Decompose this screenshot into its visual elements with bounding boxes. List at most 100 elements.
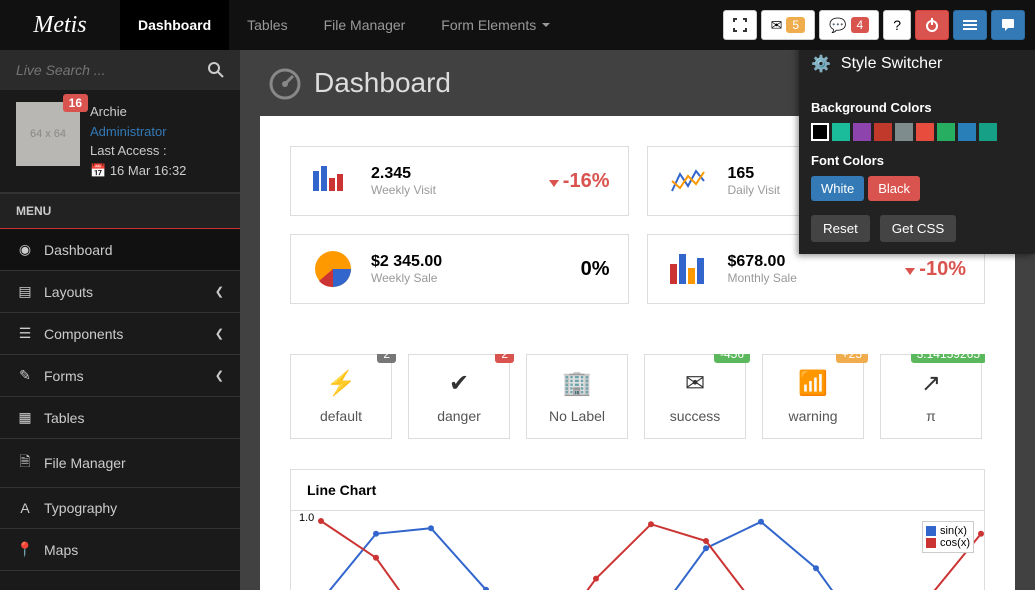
- font-colors-label: Font Colors: [811, 153, 1023, 168]
- menu-header: MENU: [0, 193, 240, 229]
- sidebar-item-typography[interactable]: ATypography: [0, 488, 240, 529]
- user-role[interactable]: Administrator: [90, 122, 186, 142]
- stat-label: Weekly Visit: [371, 183, 535, 197]
- dashboard-icon: [268, 66, 302, 100]
- tile-label: default: [320, 408, 362, 424]
- ext-icon: ↗: [921, 369, 941, 398]
- sidebar-item-file-manager[interactable]: 🗎File Manager: [0, 439, 240, 488]
- sidebar-item-label: Layouts: [44, 284, 93, 300]
- user-name: Archie: [90, 102, 186, 122]
- page-title: Dashboard: [314, 67, 451, 99]
- font-white-button[interactable]: White: [811, 176, 864, 201]
- color-swatch[interactable]: [832, 123, 850, 141]
- reset-button[interactable]: Reset: [811, 215, 870, 242]
- tile-no-label[interactable]: 🏢No Label: [526, 354, 628, 439]
- font-black-button[interactable]: Black: [868, 176, 920, 201]
- tile-badge: -456: [714, 354, 750, 363]
- tile-default[interactable]: ⚡default2: [290, 354, 392, 439]
- tile-label: No Label: [549, 408, 605, 424]
- dashboard-icon: ◉: [16, 241, 34, 258]
- sidebar-item-label: Forms: [44, 368, 84, 384]
- maps-icon: 📍: [16, 541, 34, 558]
- sidebar-item-maps[interactable]: 📍 Maps: [0, 529, 240, 571]
- color-swatch[interactable]: [937, 123, 955, 141]
- sidebar-item-label: Maps: [44, 542, 78, 558]
- mail-icon: ✉: [685, 369, 705, 398]
- stat-delta: -16%: [549, 170, 610, 193]
- chat-badge: 4: [851, 17, 870, 33]
- style-switcher: ⚙️ Style Switcher Background Colors Font…: [799, 50, 1035, 254]
- stat-icon: [666, 161, 714, 201]
- nav-dashboard[interactable]: Dashboard: [120, 0, 229, 50]
- signal-icon: 📶: [798, 369, 828, 398]
- color-swatch[interactable]: [874, 123, 892, 141]
- nav-tables[interactable]: Tables: [229, 0, 305, 50]
- stat-icon: [666, 249, 714, 289]
- chat-button[interactable]: 💬4: [819, 10, 879, 40]
- sidebar-item-label: Tables: [44, 410, 84, 426]
- stat-value: $678.00: [728, 253, 892, 271]
- stat-value: 2.345: [371, 165, 535, 183]
- color-swatch[interactable]: [916, 123, 934, 141]
- tile-badge: 2: [377, 354, 396, 363]
- tile-badge: +25: [836, 354, 868, 363]
- sidebar-item-dashboard[interactable]: ◉ Dashboard: [0, 229, 240, 271]
- switcher-title: Style Switcher: [841, 55, 942, 73]
- tile-warning[interactable]: 📶warning+25: [762, 354, 864, 439]
- sidebar-item-label: File Manager: [44, 455, 126, 471]
- envelope-icon: ✉: [771, 17, 783, 34]
- getcss-button[interactable]: Get CSS: [880, 215, 957, 242]
- tile-badge: 2: [495, 354, 514, 363]
- nav-form-elements[interactable]: Form Elements: [423, 0, 568, 50]
- tile-label: π: [926, 408, 936, 424]
- stat-label: Monthly Sale: [728, 271, 892, 285]
- last-access-label: Last Access :: [90, 141, 186, 161]
- search-icon[interactable]: [208, 62, 224, 78]
- nav-file-manager[interactable]: File Manager: [306, 0, 424, 50]
- color-swatch[interactable]: [811, 123, 829, 141]
- tile-success[interactable]: ✉success-456: [644, 354, 746, 439]
- search-input[interactable]: [16, 62, 208, 78]
- sidebar-item-tables[interactable]: ▦ Tables: [0, 397, 240, 439]
- stat-label: Weekly Sale: [371, 271, 567, 285]
- bolt-icon: ⚡: [326, 369, 356, 398]
- color-swatch[interactable]: [853, 123, 871, 141]
- tile-π[interactable]: ↗ π 3.14159265: [880, 354, 982, 439]
- sidebar-item-forms[interactable]: ✎Forms❮: [0, 355, 240, 397]
- sidebar-item-label: Dashboard: [44, 242, 113, 258]
- line-chart: 1.0 sin(x) cos(x): [291, 511, 984, 590]
- tile-danger[interactable]: ✔danger2: [408, 354, 510, 439]
- fullscreen-button[interactable]: [723, 10, 757, 40]
- tile-label: success: [670, 408, 721, 424]
- color-swatch[interactable]: [958, 123, 976, 141]
- brand-logo[interactable]: Metis: [0, 0, 120, 50]
- stat-weekly-visit: 2.345Weekly Visit -16%: [290, 146, 629, 216]
- sidebar-item-label: Typography: [44, 500, 117, 516]
- forms-icon: ✎: [16, 367, 34, 384]
- stat-weekly-sale: $2 345.00Weekly Sale0%: [290, 234, 629, 304]
- chat-icon: 💬: [829, 17, 846, 34]
- chevron-left-icon: ❮: [215, 285, 224, 298]
- stat-value: $2 345.00: [371, 253, 567, 271]
- bg-colors-label: Background Colors: [811, 100, 1023, 115]
- chart-legend: sin(x) cos(x): [922, 521, 974, 553]
- gear-icon[interactable]: ⚙️: [811, 54, 831, 74]
- sidebar-item-layouts[interactable]: ▤Layouts❮: [0, 271, 240, 313]
- mail-badge: 5: [786, 17, 805, 33]
- sidebar-item-components[interactable]: ☰Components❮: [0, 313, 240, 355]
- stat-icon: [309, 161, 357, 201]
- last-access-value: 📅 16 Mar 16:32: [90, 161, 186, 181]
- power-button[interactable]: [915, 10, 949, 40]
- tile-badge: 3.14159265: [911, 354, 985, 363]
- check-icon: ✔: [449, 369, 469, 398]
- color-swatch[interactable]: [895, 123, 913, 141]
- color-swatch[interactable]: [979, 123, 997, 141]
- tables-icon: ▦: [16, 409, 34, 426]
- mail-button[interactable]: ✉5: [761, 10, 815, 40]
- chevron-left-icon: ❮: [215, 327, 224, 340]
- chevron-down-icon: [542, 23, 550, 27]
- chart-title: Line Chart: [291, 470, 984, 511]
- comment-button[interactable]: [991, 10, 1025, 40]
- help-button[interactable]: ?: [883, 10, 911, 40]
- list-button[interactable]: [953, 10, 987, 40]
